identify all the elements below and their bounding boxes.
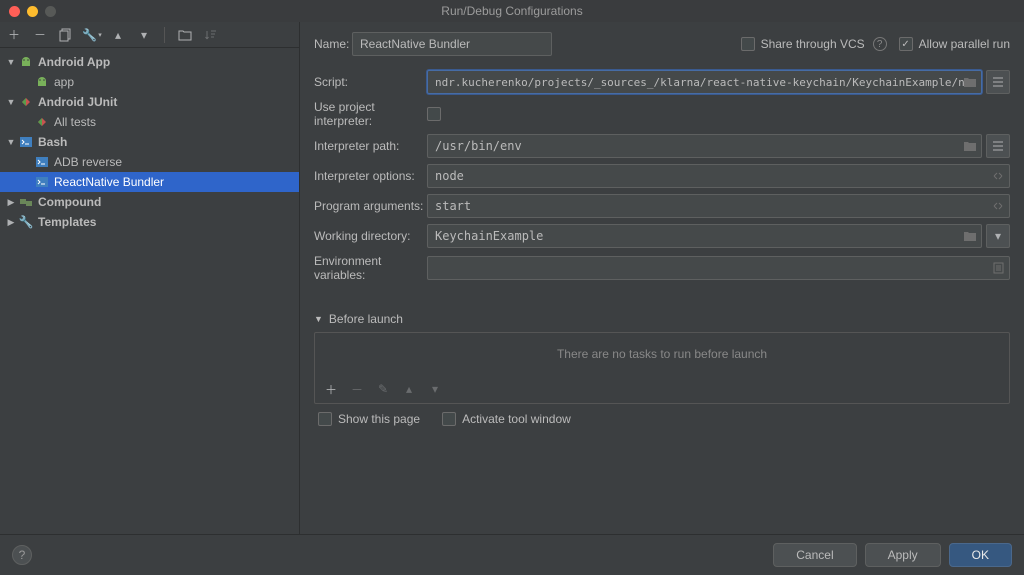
chevron-down-icon: ▼ — [4, 137, 18, 147]
show-page-label: Show this page — [338, 412, 420, 426]
move-up-button[interactable]: ▴ — [110, 27, 126, 43]
chevron-down-icon: ▼ — [4, 57, 18, 67]
chevron-down-icon: ▼ — [4, 97, 18, 107]
cancel-button[interactable]: Cancel — [773, 543, 856, 567]
help-icon[interactable]: ? — [873, 37, 887, 51]
before-launch-panel: There are no tasks to run before launch … — [314, 332, 1010, 404]
toolbar-separator — [164, 27, 165, 43]
window-title: Run/Debug Configurations — [0, 4, 1024, 18]
add-config-button[interactable]: ＋ — [6, 27, 22, 43]
tree-label: Templates — [38, 215, 96, 229]
use-proj-interp-checkbox[interactable] — [427, 107, 441, 121]
tree-label: Android JUnit — [38, 95, 117, 109]
sidebar: ＋ － 🔧▾ ▴ ▾ ▼ Android App app ▼ Andr — [0, 22, 300, 534]
show-page-checkbox[interactable] — [318, 412, 332, 426]
interp-opts-input[interactable] — [427, 164, 1010, 188]
prog-args-label: Program arguments: — [314, 199, 427, 213]
name-label: Name: — [314, 37, 352, 51]
interp-opts-label: Interpreter options: — [314, 169, 427, 183]
tree-label: app — [54, 75, 74, 89]
sort-button — [203, 27, 219, 43]
ok-button[interactable]: OK — [949, 543, 1012, 567]
use-proj-interp-label: Use project interpreter: — [314, 100, 427, 128]
copy-config-button[interactable] — [58, 27, 74, 43]
browse-workdir-button[interactable] — [958, 224, 982, 248]
junit-icon — [34, 115, 50, 129]
task-up-button: ▴ — [401, 381, 417, 397]
expand-prog-args-button[interactable] — [986, 194, 1010, 218]
activate-tool-label: Activate tool window — [462, 412, 571, 426]
chevron-down-icon: ▼ — [314, 314, 323, 324]
bash-icon — [34, 155, 50, 169]
remove-config-button[interactable]: － — [32, 27, 48, 43]
before-launch-title: Before launch — [329, 312, 403, 326]
tree-label: Compound — [38, 195, 101, 209]
workdir-dropdown-button[interactable]: ▾ — [986, 224, 1010, 248]
before-launch-empty: There are no tasks to run before launch — [315, 333, 1009, 375]
tree-node-reactnative-bundler[interactable]: ReactNative Bundler — [0, 172, 299, 192]
tree-node-all-tests[interactable]: All tests — [0, 112, 299, 132]
tree-label: All tests — [54, 115, 96, 129]
compound-icon — [18, 195, 34, 209]
apply-button[interactable]: Apply — [865, 543, 941, 567]
android-icon — [18, 55, 34, 69]
before-launch-header[interactable]: ▼ Before launch — [314, 310, 1010, 328]
interp-path-label: Interpreter path: — [314, 139, 427, 153]
move-down-button[interactable]: ▾ — [136, 27, 152, 43]
share-vcs-checkbox[interactable] — [741, 37, 755, 51]
tree-label: ADB reverse — [54, 155, 122, 169]
env-input[interactable] — [427, 256, 1010, 280]
tree-node-compound[interactable]: ▶ Compound — [0, 192, 299, 212]
tree-label: Bash — [38, 135, 67, 149]
env-edit-button[interactable] — [986, 256, 1010, 280]
bash-icon — [18, 135, 34, 149]
settings-button[interactable]: 🔧▾ — [84, 27, 100, 43]
add-task-button[interactable]: ＋ — [323, 381, 339, 397]
bash-icon — [34, 175, 50, 189]
tree-node-templates[interactable]: ▶ 🔧 Templates — [0, 212, 299, 232]
prog-args-input[interactable] — [427, 194, 1010, 218]
chevron-right-icon: ▶ — [4, 197, 18, 208]
footer: ? Cancel Apply OK — [0, 534, 1024, 575]
config-tree[interactable]: ▼ Android App app ▼ Android JUnit All te… — [0, 48, 299, 534]
script-label: Script: — [314, 75, 427, 89]
script-input[interactable] — [427, 70, 982, 94]
browse-interp-button[interactable] — [958, 134, 982, 158]
junit-icon — [18, 95, 34, 109]
tree-node-android-junit[interactable]: ▼ Android JUnit — [0, 92, 299, 112]
tree-node-android-app[interactable]: ▼ Android App — [0, 52, 299, 72]
tree-node-app[interactable]: app — [0, 72, 299, 92]
workdir-label: Working directory: — [314, 229, 427, 243]
workdir-input[interactable] — [427, 224, 982, 248]
allow-parallel-checkbox[interactable] — [899, 37, 913, 51]
task-down-button: ▾ — [427, 381, 443, 397]
tree-label: ReactNative Bundler — [54, 175, 164, 189]
share-vcs-label: Share through VCS — [761, 37, 865, 51]
activate-tool-checkbox[interactable] — [442, 412, 456, 426]
interp-options-button[interactable] — [986, 134, 1010, 158]
remove-task-button: － — [349, 381, 365, 397]
name-input[interactable] — [352, 32, 552, 56]
chevron-right-icon: ▶ — [4, 217, 18, 228]
tree-label: Android App — [38, 55, 110, 69]
tree-node-bash[interactable]: ▼ Bash — [0, 132, 299, 152]
sidebar-toolbar: ＋ － 🔧▾ ▴ ▾ — [0, 22, 299, 48]
main-panel: Name: Share through VCS ? Allow parallel… — [300, 22, 1024, 534]
interp-path-input[interactable] — [427, 134, 982, 158]
title-bar: Run/Debug Configurations — [0, 0, 1024, 22]
wrench-icon: 🔧 — [18, 215, 34, 229]
folder-button[interactable] — [177, 27, 193, 43]
android-icon — [34, 75, 50, 89]
tree-node-adb-reverse[interactable]: ADB reverse — [0, 152, 299, 172]
browse-script-button[interactable] — [958, 70, 982, 94]
help-button[interactable]: ? — [12, 545, 32, 565]
allow-parallel-label: Allow parallel run — [919, 37, 1010, 51]
edit-task-button: ✎ — [375, 381, 391, 397]
env-label: Environment variables: — [314, 254, 427, 282]
expand-interp-opts-button[interactable] — [986, 164, 1010, 188]
script-options-button[interactable] — [986, 70, 1010, 94]
